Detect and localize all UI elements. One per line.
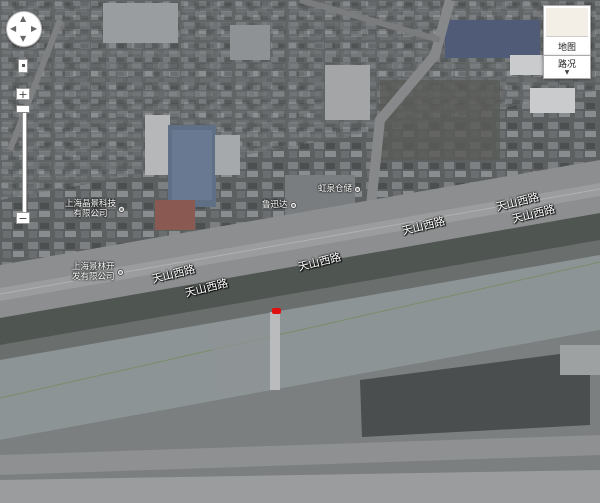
poi-dot-icon	[289, 201, 297, 209]
pan-up-icon[interactable]: ▲	[20, 15, 26, 23]
locate-button[interactable]	[18, 59, 28, 73]
chevron-down-icon: ▼	[564, 69, 570, 76]
pan-right-icon[interactable]: ▶	[31, 25, 37, 33]
map-type-thumbnail	[546, 8, 588, 37]
poi-marker[interactable]: 上海景林开 发有限公司	[72, 262, 124, 282]
pan-control[interactable]: ▲ ▼ ◀ ▶	[6, 11, 42, 47]
zoom-out-button[interactable]: −	[16, 212, 30, 224]
zoom-in-button[interactable]: +	[16, 88, 30, 100]
zoom-slider-handle[interactable]	[16, 105, 30, 113]
map-type-button[interactable]: 地图	[543, 5, 591, 57]
map-type-label: 地图	[557, 43, 576, 53]
poi-label: 鲁迅达	[262, 200, 288, 210]
location-marker-icon[interactable]	[272, 308, 281, 314]
pan-left-icon[interactable]: ◀	[10, 25, 16, 33]
pan-down-icon[interactable]: ▼	[20, 35, 26, 43]
poi-marker[interactable]: 鲁迅达	[262, 200, 297, 210]
map-view[interactable]: 天山西路 天山西路 天山西路 天山西路 天山西路 天山西路 上海晶景科技 有限公…	[0, 0, 600, 503]
traffic-label: 路况	[557, 60, 576, 70]
poi-label: 虹泉仓储	[318, 184, 353, 194]
poi-label: 上海晶景科技 有限公司	[65, 199, 117, 219]
satellite-imagery	[0, 0, 600, 503]
traffic-button[interactable]: 路况 ▼	[543, 55, 591, 79]
poi-dot-icon	[116, 268, 124, 276]
poi-marker[interactable]: 上海晶景科技 有限公司	[65, 199, 126, 219]
poi-marker[interactable]: 虹泉仓储	[318, 184, 362, 194]
zoom-slider-track[interactable]	[22, 110, 27, 214]
poi-label: 上海景林开 发有限公司	[72, 262, 115, 282]
poi-dot-icon	[118, 205, 126, 213]
poi-dot-icon	[354, 185, 362, 193]
